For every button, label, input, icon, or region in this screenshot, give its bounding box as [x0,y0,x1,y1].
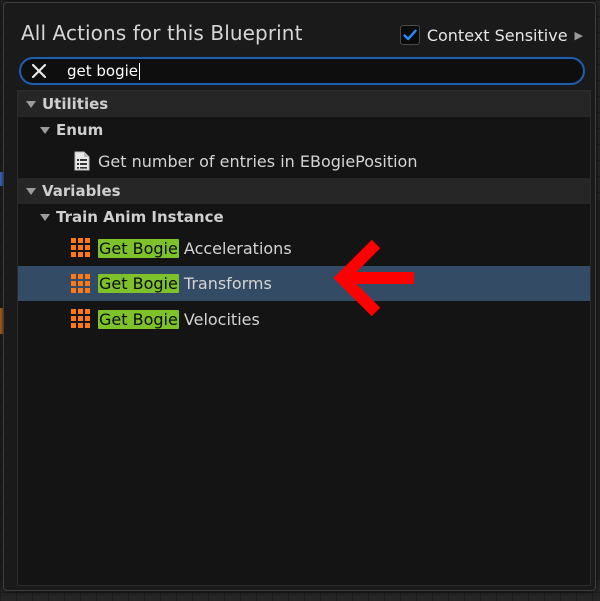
context-sensitive-label: Context Sensitive [426,25,568,45]
category-label: Variables [42,182,121,200]
close-icon[interactable] [28,60,50,82]
category-label: Utilities [42,95,109,113]
category-utilities[interactable]: Utilities [18,91,590,117]
text-caret [139,62,141,80]
search-match-highlight: Get Bogie [98,238,179,258]
action-label: Get number of entries in EBogiePosition [98,151,418,171]
action-label-rest: Transforms [178,274,272,293]
action-item-get-bogie-transforms[interactable]: Get Bogie Transforms [18,266,590,301]
expand-arrow-icon[interactable] [26,187,36,195]
action-label: Get Bogie Velocities [98,309,260,329]
category-label: Train Anim Instance [56,208,224,226]
red-arrow-icon [333,239,414,317]
action-label-rest: Velocities [178,309,260,329]
action-label-rest: Accelerations [178,238,292,258]
variable-grid-icon [71,238,91,258]
search-input[interactable]: get bogie [67,62,547,80]
variable-grid-icon [71,273,91,294]
search-input-value: get bogie [67,62,139,80]
search-match-highlight: Get Bogie [98,274,179,293]
action-item-get-bogie-accelerations[interactable]: Get Bogie Accelerations [18,231,590,265]
action-label: Get Bogie Accelerations [98,238,292,258]
panel-title: All Actions for this Blueprint [21,21,303,45]
context-sensitive-toggle[interactable]: Context Sensitive ▶ [399,23,583,47]
action-list: Utilities Enum Get number of entries in … [17,90,591,586]
expand-arrow-icon[interactable] [40,126,50,134]
expand-arrow-icon[interactable] [40,213,50,221]
category-enum[interactable]: Enum [18,117,590,143]
checkmark-icon[interactable] [399,25,420,45]
search-box[interactable]: get bogie [19,57,585,85]
action-item-get-bogie-velocities[interactable]: Get Bogie Velocities [18,302,590,336]
action-label: Get Bogie Transforms [98,274,272,293]
category-train-anim-instance[interactable]: Train Anim Instance [18,204,590,230]
search-match-highlight: Get Bogie [98,309,179,329]
action-menu-header: All Actions for this Blueprint Context S… [4,3,595,55]
category-variables[interactable]: Variables [18,178,590,204]
variable-grid-icon [71,309,91,329]
chevron-right-icon[interactable]: ▶ [575,29,583,42]
category-label: Enum [56,121,104,139]
action-menu-panel: All Actions for this Blueprint Context S… [3,2,596,591]
expand-arrow-icon[interactable] [26,100,36,108]
document-list-icon [74,151,90,171]
action-item-enum-count[interactable]: Get number of entries in EBogiePosition [18,145,590,177]
